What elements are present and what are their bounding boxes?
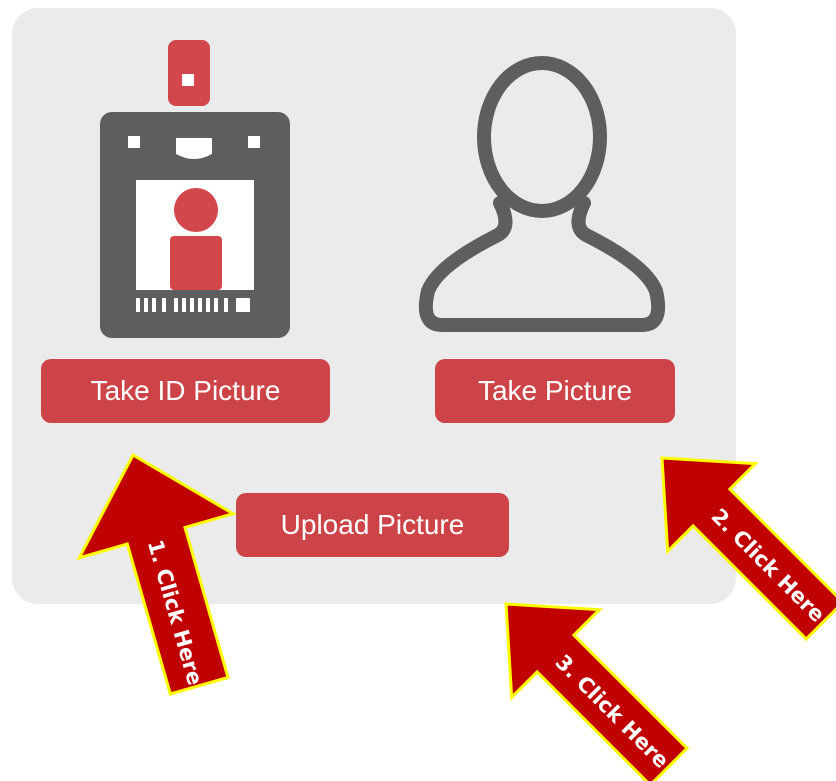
step2-arrow: 2. Click Here	[660, 456, 836, 642]
screenshot-stage: Take ID Picture Take Picture Upload Pict…	[0, 0, 836, 781]
annotation-arrows: 1. Click Here 2. Click Here 3. Click Her…	[76, 452, 836, 781]
step2-label: 2. Click Here	[707, 504, 830, 627]
step3-arrow: 3. Click Here	[504, 602, 690, 781]
step3-label: 3. Click Here	[551, 650, 674, 773]
step1-arrow: 1. Click Here	[76, 452, 237, 696]
